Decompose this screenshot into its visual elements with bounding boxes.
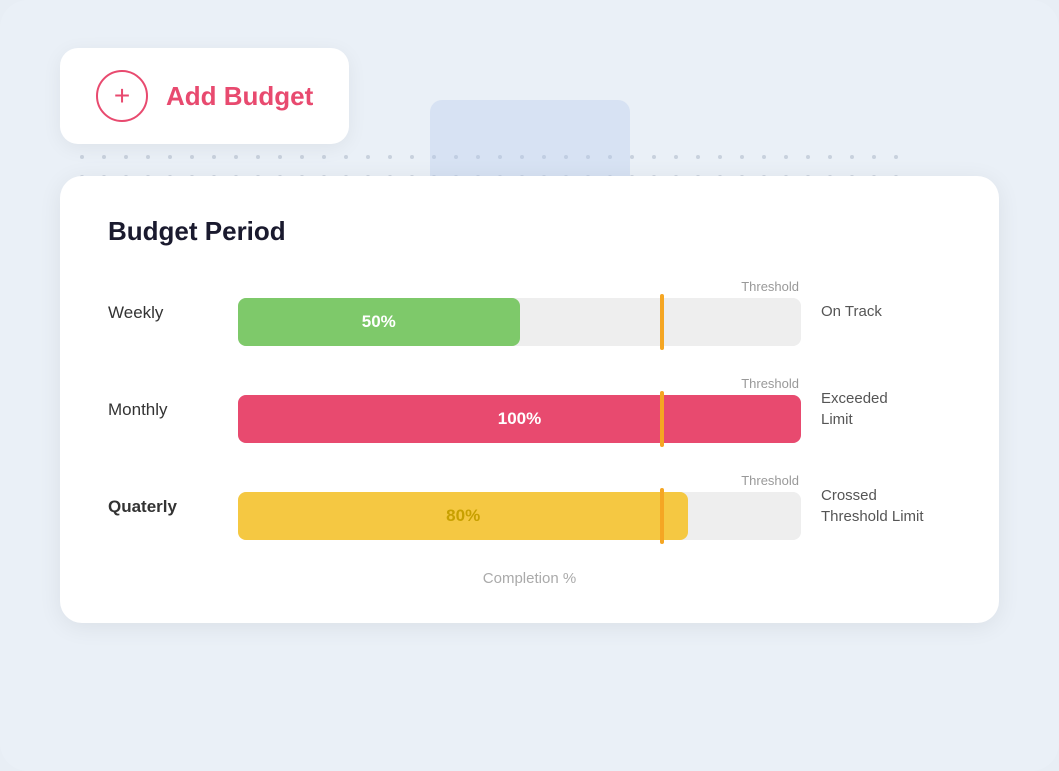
threshold-label-monthly: Threshold bbox=[238, 376, 801, 391]
dot bbox=[630, 155, 634, 159]
dot bbox=[740, 155, 744, 159]
dot bbox=[168, 155, 172, 159]
dot bbox=[806, 155, 810, 159]
completion-label: Completion % bbox=[108, 570, 951, 587]
budget-row-quarterly: QuaterlyThreshold 80% Crossed Threshold Li… bbox=[108, 473, 951, 540]
status-label-weekly: On Track bbox=[821, 302, 951, 322]
status-label-quarterly: Crossed Threshold Limit bbox=[821, 486, 951, 527]
plus-circle-icon: + bbox=[96, 70, 148, 122]
dot bbox=[872, 155, 876, 159]
dot bbox=[696, 155, 700, 159]
dot bbox=[388, 155, 392, 159]
budget-row-weekly: WeeklyThreshold 50% On Track bbox=[108, 279, 951, 346]
add-budget-card[interactable]: + Add Budget bbox=[60, 48, 349, 144]
dot bbox=[256, 155, 260, 159]
bar-track-monthly: 100% bbox=[238, 395, 801, 443]
dot bbox=[366, 155, 370, 159]
bar-fill-weekly: 50% bbox=[238, 298, 520, 346]
dot bbox=[762, 155, 766, 159]
dot bbox=[234, 155, 238, 159]
dot bbox=[718, 155, 722, 159]
row-label-weekly: Weekly bbox=[108, 303, 238, 323]
bar-fill-monthly: 100% bbox=[238, 395, 801, 443]
dot bbox=[146, 155, 150, 159]
dot bbox=[124, 155, 128, 159]
budget-row-monthly: MonthlyThreshold 100% Exceeded Limit bbox=[108, 376, 951, 443]
threshold-line-monthly bbox=[660, 391, 664, 447]
chart-title: Budget Period bbox=[108, 216, 951, 247]
bar-fill-quarterly: 80% bbox=[238, 492, 688, 540]
threshold-line-quarterly bbox=[660, 488, 664, 544]
dot bbox=[784, 155, 788, 159]
dot bbox=[344, 155, 348, 159]
bar-track-weekly: 50% bbox=[238, 298, 801, 346]
dot bbox=[300, 155, 304, 159]
dot bbox=[828, 155, 832, 159]
status-label-monthly: Exceeded Limit bbox=[821, 389, 951, 430]
dot bbox=[652, 155, 656, 159]
threshold-label-weekly: Threshold bbox=[238, 279, 801, 294]
dot bbox=[80, 155, 84, 159]
bar-section-quarterly: Threshold 80% bbox=[238, 473, 801, 540]
chart-card: Budget Period WeeklyThreshold50%On Track… bbox=[60, 176, 999, 623]
dot bbox=[322, 155, 326, 159]
threshold-label-quarterly: Threshold bbox=[238, 473, 801, 488]
bar-section-monthly: Threshold 100% bbox=[238, 376, 801, 443]
dot bbox=[410, 155, 414, 159]
add-budget-label: Add Budget bbox=[166, 81, 313, 112]
dot bbox=[850, 155, 854, 159]
dot bbox=[102, 155, 106, 159]
app-container: + Add Budget Budget Period WeeklyThresho… bbox=[0, 0, 1059, 771]
dot bbox=[674, 155, 678, 159]
row-label-monthly: Monthly bbox=[108, 400, 238, 420]
threshold-line-weekly bbox=[660, 294, 664, 350]
dot bbox=[190, 155, 194, 159]
dot bbox=[894, 155, 898, 159]
bar-track-quarterly: 80% bbox=[238, 492, 801, 540]
dot bbox=[278, 155, 282, 159]
row-label-quarterly: Quaterly bbox=[108, 497, 238, 517]
bar-section-weekly: Threshold 50% bbox=[238, 279, 801, 346]
dot bbox=[212, 155, 216, 159]
